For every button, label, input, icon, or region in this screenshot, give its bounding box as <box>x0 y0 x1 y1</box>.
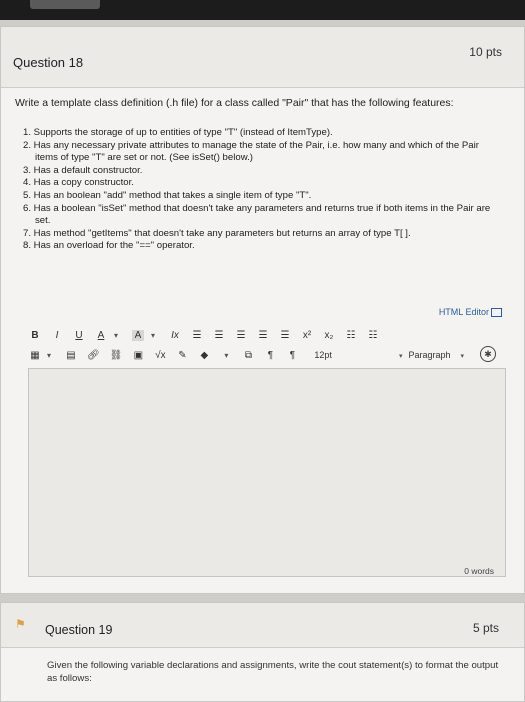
word-count: 0 words <box>464 566 494 576</box>
superscript-button[interactable]: x² <box>301 330 313 341</box>
link-icon[interactable]: 🔗︎ <box>87 350 100 361</box>
italic-button[interactable]: I <box>51 330 63 341</box>
media-icon[interactable]: ▤ <box>65 350 77 361</box>
subscript-button[interactable]: x₂ <box>323 330 335 341</box>
question-points: 5 pts <box>472 621 499 635</box>
question-18-card: Question 18 10 pts Write a template clas… <box>0 26 525 594</box>
answer-text-area[interactable] <box>28 368 506 577</box>
image-icon[interactable]: ▣ <box>132 350 144 361</box>
question-title: Question 18 <box>13 55 84 70</box>
feature-list: 1. Supports the storage of up to entitie… <box>23 127 503 253</box>
chevron-down-icon[interactable]: ▾ <box>220 351 232 360</box>
feature-item: 7. Has method "getItems" that doesn't ta… <box>23 227 411 239</box>
feature-item: 8. Has an overload for the "==" operator… <box>23 240 195 252</box>
chevron-down-icon: ▾ <box>399 353 403 360</box>
indent-icon[interactable]: ☰ <box>279 330 291 341</box>
highlight-button[interactable]: A ▾ <box>132 329 169 341</box>
site-logo <box>30 0 100 9</box>
question-prompt: Write a template class definition (.h fi… <box>15 97 454 109</box>
ltr-button[interactable]: ¶ <box>264 350 276 361</box>
underline-button[interactable]: U <box>73 330 85 341</box>
block-format-value: Paragraph <box>408 350 451 360</box>
keyboard-icon <box>491 308 502 318</box>
feature-item: 2. Has any necessary private attributes … <box>23 139 479 164</box>
question-title: Question 19 <box>45 623 113 637</box>
rtl-button[interactable]: ¶ <box>286 350 298 361</box>
paint-icon[interactable]: ✎ <box>176 350 188 361</box>
feature-item: 1. Supports the storage of up to entitie… <box>23 127 333 138</box>
chevron-down-icon: ▾ <box>460 353 465 360</box>
table-button[interactable]: ▦ ▾ <box>29 350 65 361</box>
align-center-icon[interactable]: ☰ <box>213 330 225 341</box>
feature-item: 4. Has a copy constructor. <box>23 177 134 189</box>
table-icon: ▦ <box>30 349 40 361</box>
html-editor-label: HTML Editor <box>438 307 489 317</box>
flag-icon[interactable]: ⚑ <box>15 617 26 631</box>
chevron-down-icon: ▾ <box>46 350 51 360</box>
question-header: Question 18 10 pts <box>1 27 524 88</box>
feature-item: 5. Has an boolean "add" method that take… <box>23 189 312 201</box>
toolbar-row-1: B I U A ▾ A ▾ Ix ☰ ☰ ☰ ☰ ☰ x² x₂ ☷ ☷ <box>29 327 389 343</box>
font-color-button[interactable]: A ▾ <box>95 330 132 341</box>
question-header: ⚑ Question 19 5 pts <box>1 603 524 648</box>
align-right-icon[interactable]: ☰ <box>235 330 247 341</box>
block-format-select[interactable]: ▾ Paragraph ▾ <box>399 350 464 360</box>
toolbar-row-2: ▦ ▾ ▤ 🔗︎ ⛓︎ ▣ √x ✎ ◆ ▾ ⧉ ¶ ¶ 12pt ▾ Parag… <box>29 346 504 363</box>
question-points: 10 pts <box>469 45 502 59</box>
clear-format-button[interactable]: Ix <box>169 330 181 341</box>
accessibility-icon[interactable]: ✱ <box>480 346 496 362</box>
question-19-card: ⚑ Question 19 5 pts Given the following … <box>0 602 525 702</box>
highlight-label: A <box>132 329 144 341</box>
chevron-down-icon: ▾ <box>150 330 155 340</box>
feature-item: 6. Has a boolean "isSet" method that doe… <box>23 202 491 227</box>
font-size-select[interactable]: 12pt <box>314 350 332 360</box>
rich-text-toolbar: B I U A ▾ A ▾ Ix ☰ ☰ ☰ ☰ ☰ x² x₂ ☷ ☷ ▦ ▾… <box>29 327 504 367</box>
numbered-list-icon[interactable]: ☷ <box>367 330 379 341</box>
align-justify-icon[interactable]: ☰ <box>257 330 269 341</box>
embed-icon[interactable]: ⧉ <box>242 350 254 361</box>
feature-item: 3. Has a default constructor. <box>23 164 143 176</box>
bulleted-list-icon[interactable]: ☷ <box>345 330 357 341</box>
bold-button[interactable]: B <box>29 330 41 341</box>
chevron-down-icon: ▾ <box>113 330 118 340</box>
html-editor-link[interactable]: HTML Editor <box>438 307 502 318</box>
equation-icon[interactable]: √x <box>154 350 166 361</box>
paint-bucket-icon[interactable]: ◆ <box>198 350 210 361</box>
unlink-icon[interactable]: ⛓︎ <box>110 350 123 361</box>
question-prompt: Given the following variable declaration… <box>47 660 499 684</box>
align-left-icon[interactable]: ☰ <box>191 330 203 341</box>
browser-top-bar <box>0 0 525 20</box>
font-color-label: A <box>97 329 105 341</box>
